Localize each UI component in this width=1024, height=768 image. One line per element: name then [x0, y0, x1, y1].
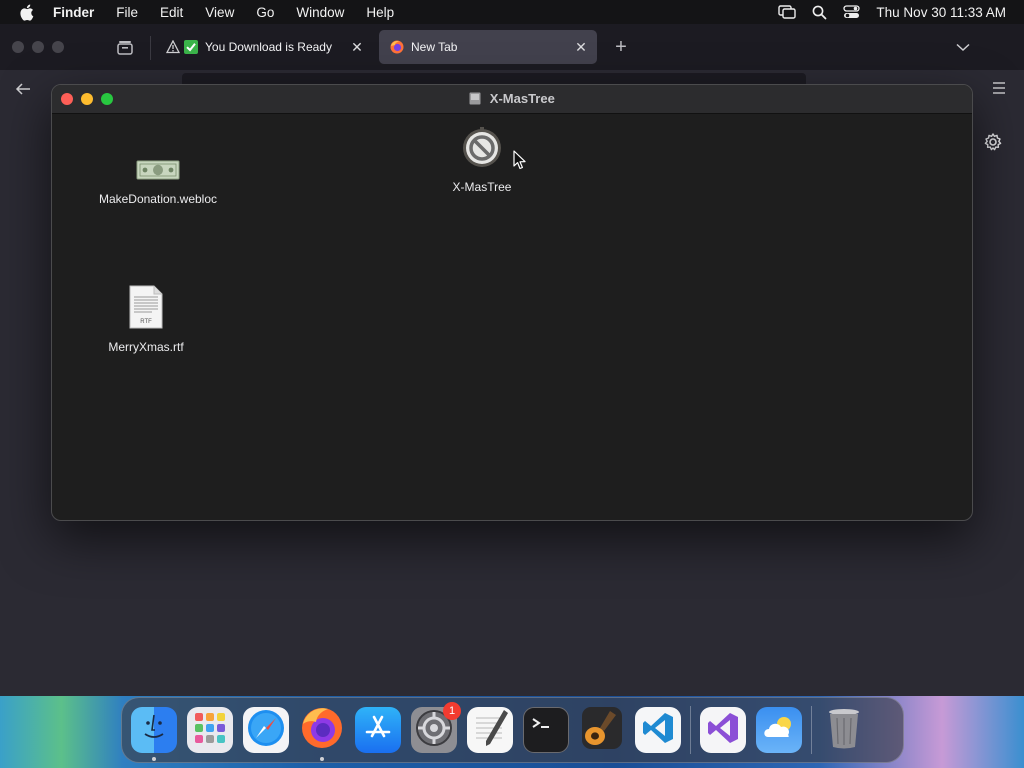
minimize-button[interactable]	[32, 41, 44, 53]
new-tab-button[interactable]: +	[611, 36, 631, 58]
app-store-icon	[362, 712, 394, 749]
running-indicator	[320, 757, 324, 761]
file-item-x-mastree[interactable]: X-MasTree	[407, 125, 557, 194]
file-label: X-MasTree	[452, 180, 512, 194]
dollar-bill-icon	[136, 159, 180, 186]
mouse-pointer-icon	[513, 150, 527, 170]
dock-visual-studio[interactable]	[700, 707, 746, 753]
firefox-icon	[300, 706, 344, 755]
back-arrow-icon[interactable]	[14, 81, 34, 99]
tab-title: You Download is Ready	[205, 40, 332, 54]
finder-window: X-MasTree X-MasTree MakeDonation.webloc …	[51, 84, 973, 521]
warning-favicon-icon	[165, 39, 181, 55]
vscode-icon	[641, 711, 675, 750]
trash-icon	[826, 706, 862, 755]
firefox-view-icon[interactable]	[116, 38, 134, 56]
dock-app-store[interactable]	[355, 707, 401, 753]
rtf-badge-text: RTF	[140, 319, 152, 325]
tab-title: New Tab	[411, 40, 458, 54]
menu-bar-clock[interactable]: Thu Nov 30 11:33 AM	[876, 5, 1006, 20]
dock-separator	[811, 706, 812, 754]
launchpad-grid-icon	[193, 711, 227, 750]
safari-compass-icon	[246, 708, 286, 753]
visual-studio-icon	[706, 711, 740, 750]
screen-mirroring-icon[interactable]	[778, 5, 797, 19]
apple-menu-icon[interactable]	[19, 4, 35, 21]
dock-garageband[interactable]	[579, 705, 625, 756]
tab-download-ready[interactable]: You Download is Ready ✕	[155, 30, 373, 64]
dock-safari[interactable]	[243, 707, 289, 753]
menu-file[interactable]: File	[116, 5, 138, 20]
disk-image-icon	[469, 92, 481, 108]
textedit-pen-icon	[470, 708, 510, 753]
dock: 1	[121, 697, 904, 763]
tab-close-icon[interactable]: ✕	[571, 39, 591, 56]
spotlight-search-icon[interactable]	[812, 5, 827, 20]
menu-bar: Finder File Edit View Go Window Help Thu…	[0, 0, 1024, 24]
running-indicator	[152, 757, 156, 761]
menu-edit[interactable]: Edit	[160, 5, 183, 20]
green-check-icon	[183, 39, 199, 55]
dock-weather[interactable]	[756, 707, 802, 753]
menu-view[interactable]: View	[205, 5, 234, 20]
file-item-merryxmas[interactable]: RTF MerryXmas.rtf	[71, 285, 221, 354]
terminal-prompt-icon	[528, 713, 564, 748]
control-center-icon[interactable]	[843, 5, 861, 19]
window-title-text: X-MasTree	[489, 91, 555, 106]
menu-finder[interactable]: Finder	[53, 5, 94, 20]
dock-launchpad[interactable]	[187, 707, 233, 753]
file-item-makedonation[interactable]: MakeDonation.webloc	[83, 159, 233, 206]
page-settings-gear-icon[interactable]	[983, 132, 1003, 152]
dock-system-settings[interactable]: 1	[411, 702, 461, 753]
prohibited-app-icon	[461, 125, 503, 174]
file-label: MerryXmas.rtf	[108, 340, 184, 354]
tab-strip: You Download is Ready ✕ New Tab ✕ +	[0, 24, 1024, 70]
tab-new-tab[interactable]: New Tab ✕	[379, 30, 597, 64]
menu-help[interactable]: Help	[366, 5, 394, 20]
list-all-tabs-chevron-icon[interactable]	[955, 39, 973, 57]
dock-finder[interactable]	[131, 707, 177, 761]
rtf-document-icon: RTF	[128, 285, 164, 334]
dock-firefox[interactable]	[299, 706, 345, 761]
menu-window[interactable]: Window	[296, 5, 344, 20]
close-button[interactable]	[12, 41, 24, 53]
finder-titlebar[interactable]: X-MasTree	[52, 85, 972, 114]
notification-badge: 1	[443, 702, 461, 720]
tab-close-icon[interactable]: ✕	[347, 39, 367, 56]
dock-separator	[690, 706, 691, 754]
dock-terminal[interactable]	[523, 707, 569, 753]
menu-go[interactable]: Go	[256, 5, 274, 20]
dock-visual-studio-code[interactable]	[635, 707, 681, 753]
window-title: X-MasTree	[52, 91, 972, 108]
dock-textedit[interactable]	[467, 707, 513, 753]
window-controls-inactive[interactable]	[12, 41, 72, 53]
tab-separator	[150, 36, 151, 60]
dock-trash[interactable]	[821, 707, 867, 753]
zoom-button[interactable]	[52, 41, 64, 53]
file-label: MakeDonation.webloc	[98, 192, 218, 206]
firefox-favicon-icon	[389, 39, 405, 55]
finder-face-icon	[138, 712, 170, 749]
hamburger-menu-icon[interactable]	[991, 81, 1009, 99]
garageband-guitar-icon	[580, 705, 624, 756]
weather-cloud-icon	[760, 713, 798, 748]
